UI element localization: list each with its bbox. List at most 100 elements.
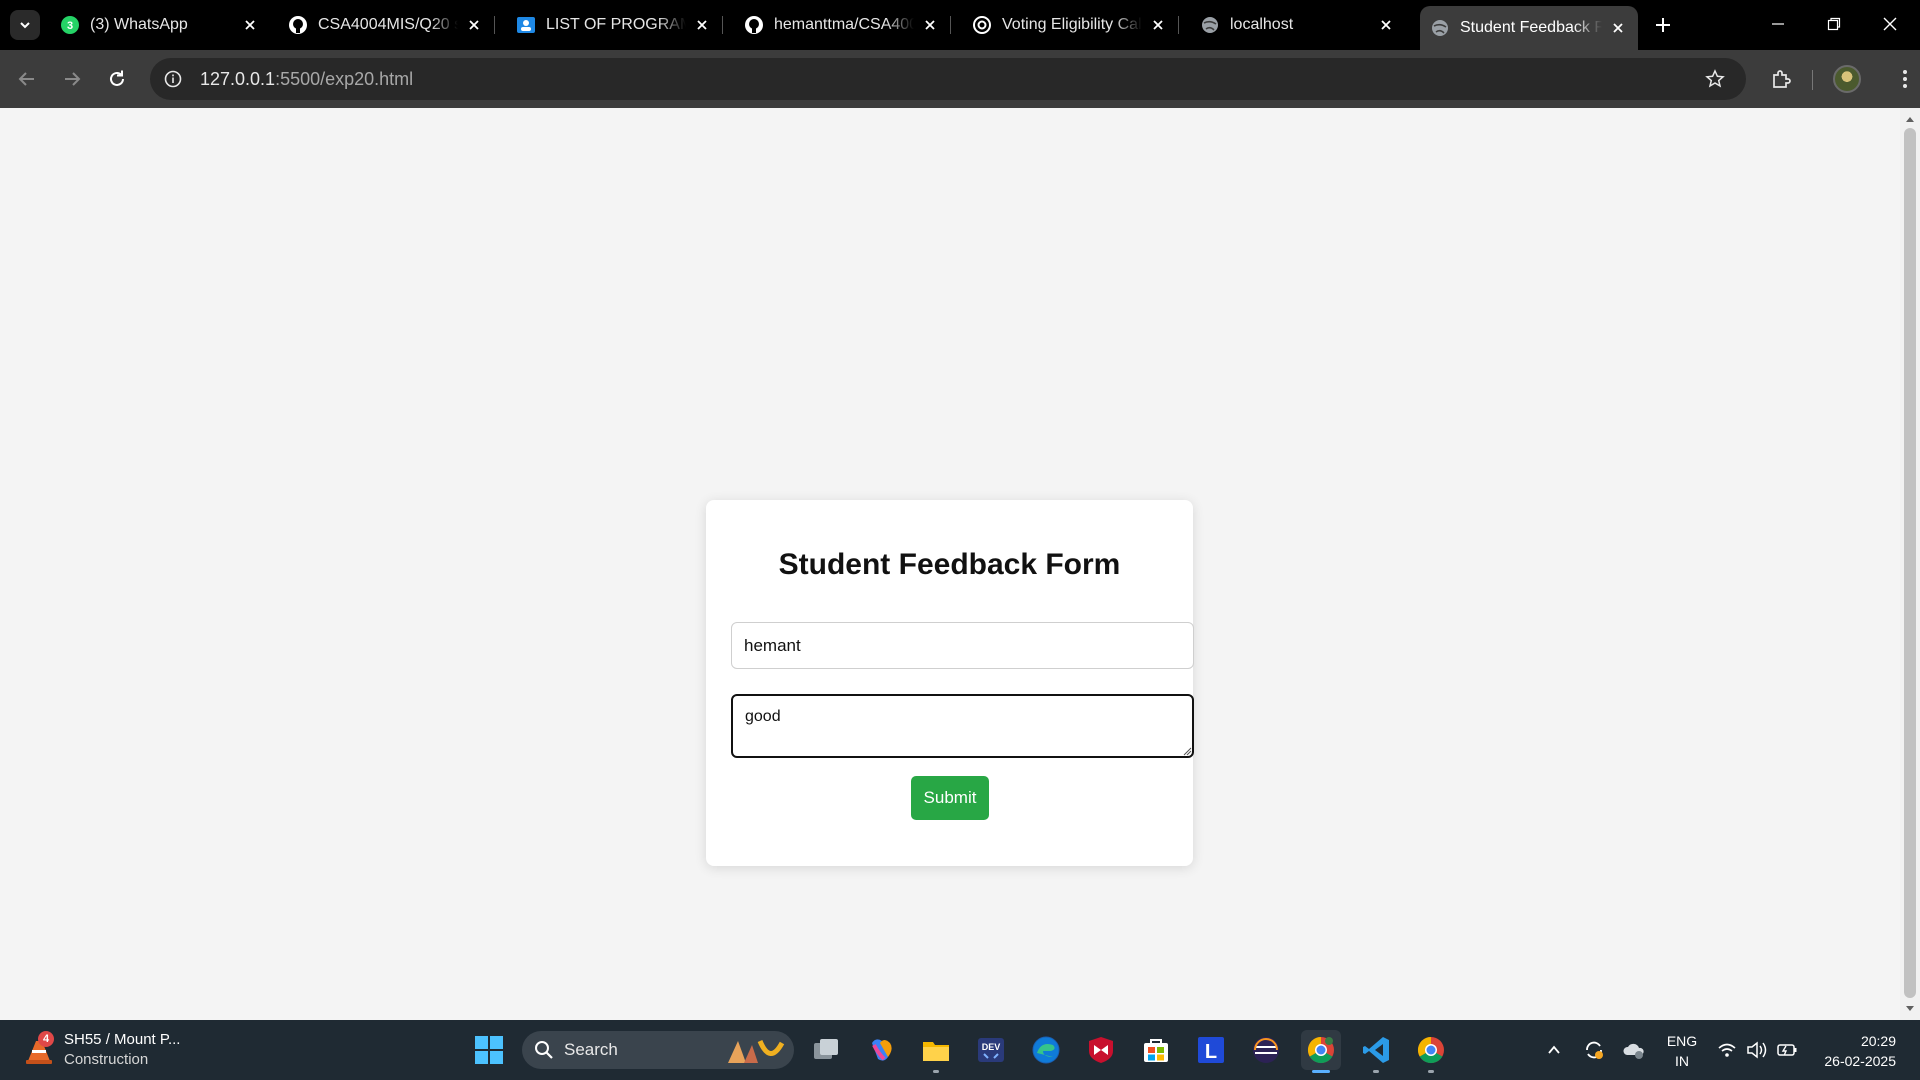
reload-button[interactable]: [100, 62, 134, 96]
whatsapp-icon: 3: [60, 15, 80, 35]
tab-title: (3) WhatsApp: [90, 16, 188, 33]
windows-taskbar: 4 SH55 / Mount P... Construction Search …: [0, 1020, 1920, 1080]
notification-badge: 4: [38, 1031, 54, 1047]
mcafee-button[interactable]: [1081, 1030, 1121, 1070]
close-icon[interactable]: [692, 15, 712, 35]
chrome-button-active[interactable]: [1301, 1030, 1341, 1073]
language-indicator[interactable]: ENG IN: [1664, 1031, 1700, 1071]
bookmark-star-icon[interactable]: [1698, 62, 1732, 96]
vscode-icon: [1363, 1037, 1389, 1063]
copilot-button[interactable]: [861, 1030, 901, 1070]
menu-button[interactable]: [1888, 62, 1920, 96]
close-icon[interactable]: [464, 15, 484, 35]
weather-widget[interactable]: 4 SH55 / Mount P... Construction: [22, 1030, 180, 1070]
store-bag-icon: [1144, 1039, 1168, 1062]
battery-charging-icon: [1777, 1044, 1797, 1056]
l-app-button[interactable]: L: [1191, 1030, 1231, 1070]
tab-voting-eligibility[interactable]: Voting Eligibility Calc: [962, 6, 1179, 44]
scrollbar-thumb[interactable]: [1904, 128, 1916, 998]
tab-whatsapp[interactable]: 3 (3) WhatsApp: [50, 6, 270, 44]
close-icon: [1883, 17, 1897, 31]
tab-student-feedback[interactable]: Student Feedback Fo: [1420, 6, 1638, 50]
close-icon[interactable]: [1608, 18, 1628, 38]
scroll-up-arrow-icon[interactable]: [1905, 114, 1915, 124]
close-icon[interactable]: [240, 15, 260, 35]
tab-github-csa4004mis[interactable]: CSA4004MIS/Q20 stu: [278, 6, 495, 44]
file-explorer-button[interactable]: [916, 1030, 956, 1073]
wifi-tray-button[interactable]: [1714, 1030, 1740, 1070]
minimize-button[interactable]: [1750, 0, 1806, 48]
close-window-button[interactable]: [1862, 0, 1918, 48]
chevron-down-icon: [20, 22, 30, 29]
tab-title: LIST OF PROGRAMS: [546, 16, 686, 33]
browser-toolbar: 127.0.0.1:5500/exp20.html: [0, 50, 1920, 108]
back-button[interactable]: [10, 62, 44, 96]
start-button[interactable]: [469, 1030, 509, 1070]
close-icon[interactable]: [1148, 15, 1168, 35]
minimize-icon: [1772, 23, 1784, 25]
chatgpt-icon: [972, 15, 992, 35]
scroll-down-arrow-icon[interactable]: [1905, 1004, 1915, 1014]
show-hidden-icons-button[interactable]: [1540, 1030, 1568, 1070]
kebab-menu-icon: [1903, 70, 1907, 88]
chrome-button-secondary[interactable]: [1411, 1030, 1451, 1073]
eclipse-icon: [1253, 1037, 1279, 1063]
tab-localhost[interactable]: localhost: [1190, 6, 1406, 44]
dev-home-icon: DEV: [978, 1038, 1004, 1062]
dev-home-button[interactable]: DEV: [971, 1030, 1011, 1070]
mcafee-shield-icon: [1089, 1037, 1113, 1063]
github-icon: [744, 15, 764, 35]
region-code: IN: [1675, 1053, 1689, 1069]
new-tab-button[interactable]: [1650, 12, 1676, 38]
restore-button[interactable]: [1806, 0, 1862, 48]
svg-text:DEV: DEV: [982, 1042, 1001, 1052]
task-view-button[interactable]: [806, 1030, 846, 1070]
close-icon[interactable]: [920, 15, 940, 35]
url-path: :5500/exp20.html: [275, 68, 414, 89]
info-icon[interactable]: [156, 62, 190, 96]
arrow-left-icon: [18, 72, 34, 86]
sync-tray-button[interactable]: [1580, 1030, 1608, 1070]
search-icon: [535, 1041, 553, 1059]
puzzle-icon: [1773, 70, 1791, 88]
cloud-icon: [1623, 1043, 1644, 1059]
onedrive-tray-button[interactable]: [1620, 1030, 1648, 1070]
profile-avatar[interactable]: [1833, 65, 1861, 93]
taskbar-search[interactable]: Search: [522, 1031, 794, 1069]
name-input[interactable]: [731, 622, 1194, 669]
copilot-icon: [872, 1039, 892, 1061]
form-title: Student Feedback Form: [778, 548, 1121, 581]
feedback-form-card: Student Feedback Form good Submit: [706, 500, 1194, 866]
feedback-textarea[interactable]: good: [731, 694, 1194, 758]
github-icon: [288, 15, 308, 35]
weather-title: SH55 / Mount P...: [64, 1031, 181, 1048]
resize-grip-icon[interactable]: [1182, 746, 1192, 756]
taskbar-clock[interactable]: 20:29 26-02-2025: [1812, 1031, 1896, 1071]
address-bar[interactable]: 127.0.0.1:5500/exp20.html: [150, 58, 1746, 100]
edge-button[interactable]: [1026, 1030, 1066, 1070]
reload-icon: [110, 70, 124, 86]
tab-list-of-programs[interactable]: LIST OF PROGRAMS: [506, 6, 723, 44]
microsoft-store-button[interactable]: [1136, 1030, 1176, 1070]
forward-button[interactable]: [55, 62, 89, 96]
eclipse-button[interactable]: [1246, 1030, 1286, 1070]
sync-icon: [1586, 1041, 1603, 1059]
tab-title: hemanttma/CSA4004: [774, 16, 914, 33]
wifi-icon: [1718, 1043, 1736, 1057]
volume-tray-button[interactable]: [1744, 1030, 1770, 1070]
google-classroom-icon: [516, 15, 536, 35]
submit-button[interactable]: Submit: [911, 776, 989, 820]
url-text: 127.0.0.1:5500/exp20.html: [200, 69, 413, 90]
chrome-icon: [1417, 1036, 1444, 1064]
extensions-button[interactable]: [1764, 62, 1798, 96]
traffic-cone-icon: 4: [22, 1031, 56, 1067]
search-label: Search: [564, 1040, 618, 1059]
tab-title: Student Feedback Fo: [1460, 19, 1602, 36]
battery-tray-button[interactable]: [1774, 1030, 1800, 1070]
tab-github-hemanttma[interactable]: hemanttma/CSA4004: [734, 6, 951, 44]
vscode-button[interactable]: [1356, 1030, 1396, 1073]
vertical-scrollbar[interactable]: [1900, 108, 1920, 1020]
tab-search-button[interactable]: [10, 10, 40, 40]
plus-icon: [1656, 18, 1670, 32]
close-icon[interactable]: [1376, 15, 1396, 35]
